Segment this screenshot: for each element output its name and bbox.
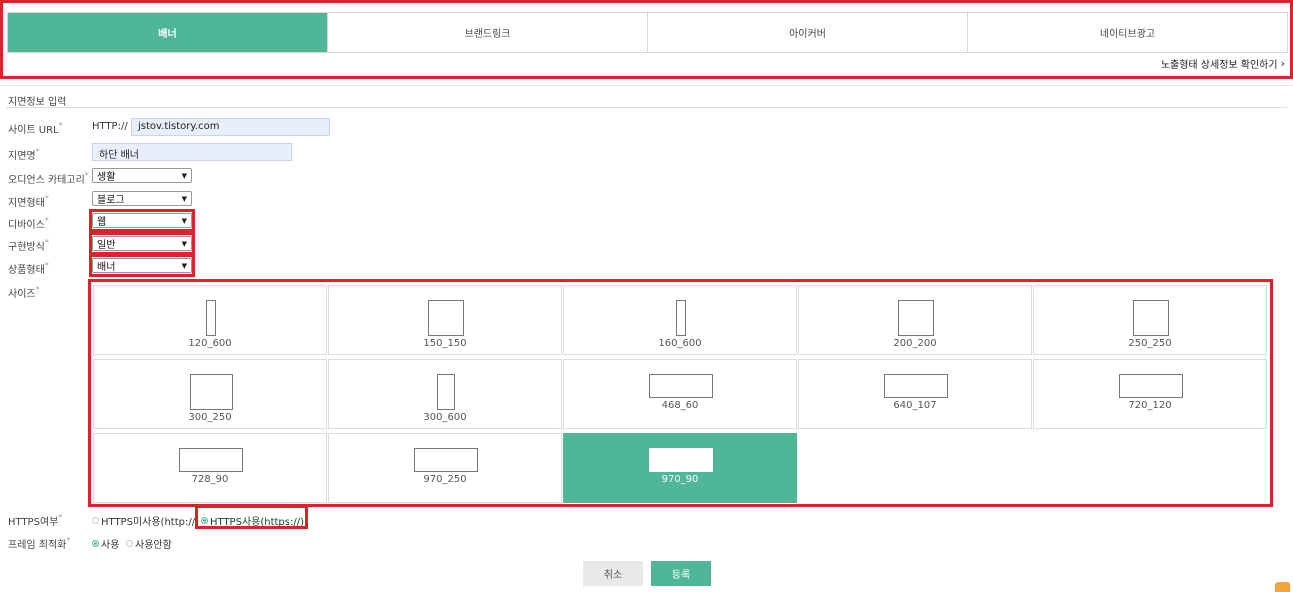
size-thumbnail [649,448,713,472]
size-option-200_200[interactable]: 200_200 [798,285,1032,355]
section-divider [6,107,1287,108]
implementation-select[interactable]: 일반 ▼ [92,236,192,251]
audience-category-select[interactable]: 생활 ▼ [92,168,192,183]
size-thumbnail [179,448,243,472]
device-select[interactable]: 웹 ▼ [92,213,192,228]
size-label-text: 728_90 [191,474,229,485]
size-option-468_60[interactable]: 468_60 [563,359,797,429]
size-option-300_250[interactable]: 300_250 [93,359,327,429]
https-yes-label: HTTPS사용(https://) [210,517,304,528]
https-label: HTTPS여부* [8,513,63,528]
size-option-160_600[interactable]: 160_600 [563,285,797,355]
size-thumbnail [649,374,713,398]
radio-selected-icon [92,540,99,547]
detail-info-link-label: 노출형태 상세정보 확인하기 [1160,60,1278,71]
radio-icon [126,540,133,547]
section-title: 지면정보 입력 [8,97,67,108]
implementation-label: 구현방식* [8,238,49,253]
size-label-text: 160_600 [658,338,702,349]
caret-down-icon: ▼ [181,261,187,270]
size-label-text: 300_600 [423,412,467,423]
tab-brand-link[interactable]: 브랜드링크 [327,13,647,52]
caret-down-icon: ▼ [181,216,187,225]
size-thumbnail [884,374,948,398]
size-thumbnail [206,300,216,336]
placement-name-input[interactable]: 하단 배너 [92,143,292,161]
size-option-150_150[interactable]: 150_150 [328,285,562,355]
size-thumbnail [1133,300,1169,336]
size-label-text: 200_200 [893,338,937,349]
size-option-250_250[interactable]: 250_250 [1033,285,1267,355]
size-option-970_250[interactable]: 970_250 [328,433,562,503]
placement-name-label: 지면명* [8,147,40,162]
size-option-120_600[interactable]: 120_600 [93,285,327,355]
radio-icon [92,517,99,524]
caret-down-icon: ▼ [181,171,187,180]
size-thumbnail [190,374,233,410]
size-label-text: 970_250 [423,474,467,485]
frame-no-option[interactable]: 사용안함 [126,536,172,551]
radio-selected-icon [201,517,208,524]
caret-down-icon: ▼ [181,239,187,248]
size-label-text: 150_150 [423,338,467,349]
size-label-text: 970_90 [661,474,699,485]
size-option-300_600[interactable]: 300_600 [328,359,562,429]
detail-info-link[interactable]: 노출형태 상세정보 확인하기 › [1161,56,1285,71]
size-grid: 120_600 150_150 160_600 200_200 250_250 300_2… [93,285,1268,503]
size-label-text: 300_250 [188,412,232,423]
frame-no-label: 사용안함 [135,540,172,551]
size-option-640_107[interactable]: 640_107 [798,359,1032,429]
divider [0,85,1293,86]
size-label-text: 468_60 [661,400,699,411]
size-label-text: 250_250 [1128,338,1172,349]
audience-category-label: 오디언스 카테고리* [8,171,89,186]
tab-native-ad[interactable]: 네이티브광고 [967,13,1287,52]
https-no-option[interactable]: HTTPS미사용(http://) [92,513,199,528]
product-tabs: 배너 브랜드링크 아이커버 네이티브광고 [7,12,1288,53]
size-option-720_120[interactable]: 720_120 [1033,359,1267,429]
frame-yes-label: 사용 [101,540,120,551]
https-no-label: HTTPS미사용(http://) [101,517,199,528]
size-label-text: 720_120 [1128,400,1172,411]
size-thumbnail [676,300,686,336]
https-yes-option[interactable]: HTTPS사용(https://) [201,513,304,528]
site-url-input[interactable]: jstov.tistory.com [131,118,330,136]
chat-icon[interactable] [1273,580,1291,592]
placement-type-label: 지면형태* [8,194,49,209]
device-label: 디바이스* [8,216,49,231]
caret-down-icon: ▼ [181,194,187,203]
size-thumbnail [1119,374,1183,398]
size-thumbnail [898,300,934,336]
product-type-label: 상품형태* [8,261,49,276]
frame-optimization-label: 프레임 최적화* [8,536,71,551]
product-type-select[interactable]: 배너 ▼ [92,258,192,273]
chevron-right-icon: › [1280,57,1285,70]
size-label-text: 640_107 [893,400,937,411]
placement-type-select[interactable]: 블로그 ▼ [92,191,192,206]
size-label: 사이즈* [8,285,40,300]
size-thumbnail [414,448,478,472]
site-url-label: 사이트 URL* [8,121,63,136]
size-thumbnail [428,300,464,336]
size-thumbnail [437,374,455,410]
http-prefix: HTTP:// [92,121,128,132]
frame-yes-option[interactable]: 사용 [92,536,119,551]
cancel-button[interactable]: 취소 [583,561,643,586]
tab-banner[interactable]: 배너 [8,13,327,52]
size-label-text: 120_600 [188,338,232,349]
submit-button[interactable]: 등록 [651,561,711,586]
size-option-728_90[interactable]: 728_90 [93,433,327,503]
tab-eye-cover[interactable]: 아이커버 [647,13,967,52]
size-option-970_90[interactable]: 970_90 [563,433,797,503]
